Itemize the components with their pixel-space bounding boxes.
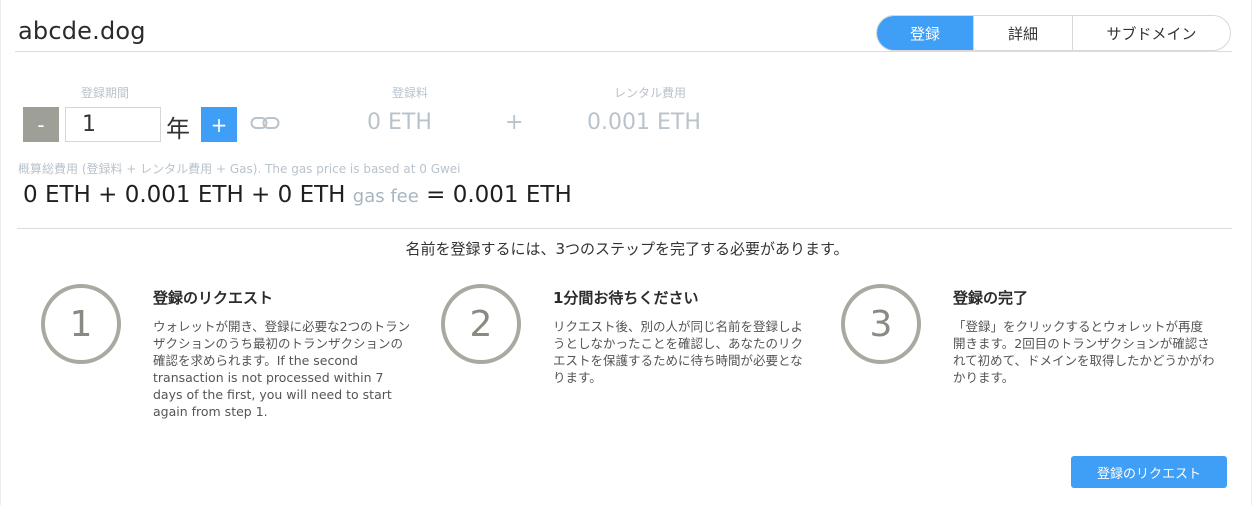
estimate-total-suffix: = 0.001 ETH <box>426 182 572 208</box>
year-input[interactable] <box>65 107 161 142</box>
increment-year-button[interactable]: + <box>201 107 237 142</box>
registration-fee-value: 0 ETH <box>367 110 432 135</box>
section-divider <box>17 228 1232 229</box>
tab-subdomains[interactable]: サブドメイン <box>1072 16 1230 50</box>
estimate-label: 概算総費用 (登録料 + レンタル費用 + Gas). The gas pric… <box>18 162 461 176</box>
link-icon[interactable] <box>250 114 280 132</box>
domain-title: abcde.dog <box>18 17 146 45</box>
request-registration-button[interactable]: 登録のリクエスト <box>1071 456 1227 488</box>
year-unit-label: 年 <box>166 115 190 143</box>
estimate-total: 0 ETH + 0.001 ETH + 0 ETH gas fee = 0.00… <box>23 182 572 208</box>
registration-panel: abcde.dog 登録 詳細 サブドメイン 登録期間 - 年 + 登録料 0 … <box>0 0 1252 505</box>
gas-fee-label: gas fee <box>352 186 419 207</box>
steps-intro: 名前を登録するには、3つのステップを完了する必要があります。 <box>405 240 849 258</box>
step-3-number: 3 <box>841 284 921 364</box>
tab-details[interactable]: 詳細 <box>973 16 1072 50</box>
view-tabs: 登録 詳細 サブドメイン <box>876 15 1231 51</box>
rental-fee-label: レンタル費用 <box>614 86 687 100</box>
step-1-number: 1 <box>41 284 121 364</box>
step-1-title: 登録のリクエスト <box>153 289 274 307</box>
step-1-text: ウォレットが開き、登録に必要な2つのトランザクションのうち最初のトランザクション… <box>153 319 411 419</box>
estimate-total-prefix: 0 ETH + 0.001 ETH + 0 ETH <box>23 182 346 208</box>
registration-fee-label: 登録料 <box>392 86 429 100</box>
step-3-text: 「登録」をクリックするとウォレットが再度開きます。2回目のトランザクションが確認… <box>953 319 1215 385</box>
step-3-title: 登録の完了 <box>953 289 1029 307</box>
period-label: 登録期間 <box>81 86 130 100</box>
step-2-text: リクエスト後、別の人が同じ名前を登録しようとしなかったことを確認し、あなたのリク… <box>553 319 804 385</box>
step-2-title: 1分間お待ちください <box>553 289 699 307</box>
fee-plus-separator: + <box>505 110 524 135</box>
step-2-number: 2 <box>441 284 521 364</box>
header-divider <box>15 51 1232 52</box>
decrement-year-button[interactable]: - <box>23 107 59 142</box>
rental-fee-value: 0.001 ETH <box>587 110 701 135</box>
tab-register[interactable]: 登録 <box>877 16 973 50</box>
